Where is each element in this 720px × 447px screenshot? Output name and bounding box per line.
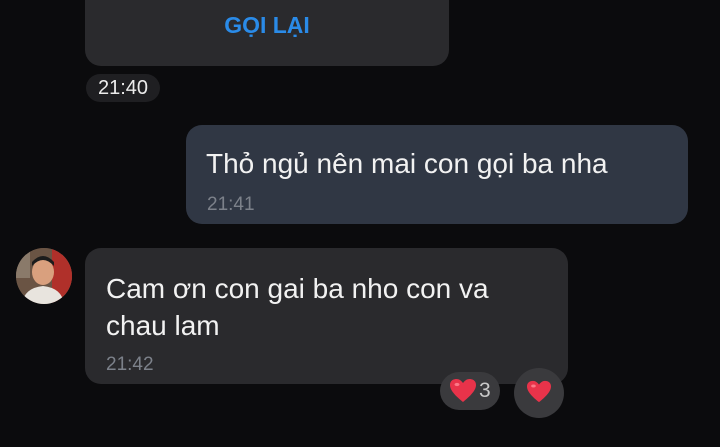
timestamp-pill: 21:40 xyxy=(86,74,161,102)
reaction-summary[interactable]: 3 xyxy=(440,372,500,410)
message-text: Cam ơn con gai ba nho con va chau lam xyxy=(106,273,489,341)
message-time: 21:41 xyxy=(207,194,255,215)
avatar[interactable] xyxy=(16,248,72,304)
chat-screen: GỌI LẠI 21:40 Thỏ ngủ nên mai con gọi ba… xyxy=(0,0,720,447)
react-button[interactable] xyxy=(514,368,564,418)
message-time: 21:42 xyxy=(106,354,154,375)
missed-call-card: GỌI LẠI xyxy=(85,0,449,66)
reaction-count: 3 xyxy=(479,379,491,402)
outgoing-message[interactable]: Thỏ ngủ nên mai con gọi ba nha 21:41 xyxy=(186,125,688,224)
heart-icon xyxy=(449,378,477,409)
message-text: Thỏ ngủ nên mai con gọi ba nha xyxy=(206,148,608,179)
call-back-button[interactable]: GỌI LẠI xyxy=(85,12,449,39)
heart-icon xyxy=(526,380,552,409)
incoming-message[interactable]: Cam ơn con gai ba nho con va chau lam 21… xyxy=(85,248,568,384)
